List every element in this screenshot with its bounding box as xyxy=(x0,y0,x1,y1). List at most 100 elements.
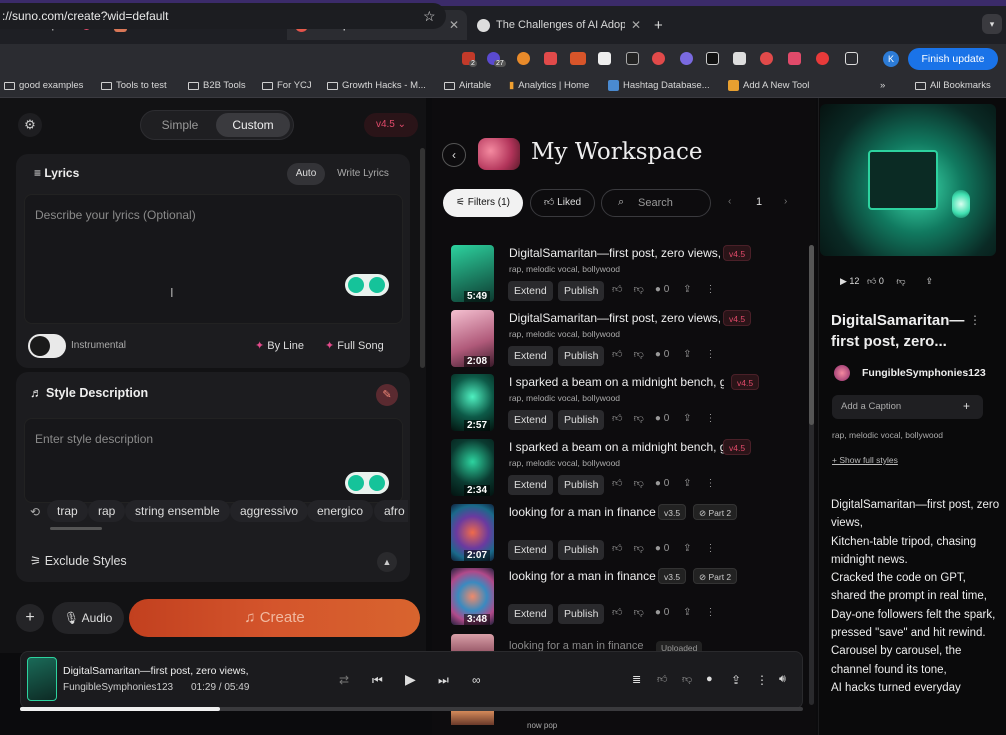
volume-icon[interactable]: 🔊︎ xyxy=(779,673,786,686)
thumbs-up-icon[interactable]: 👍︎ xyxy=(612,349,622,360)
mode-simple-button[interactable]: Simple xyxy=(148,113,212,137)
thumbs-down-icon[interactable]: 👎︎ xyxy=(634,284,644,295)
song-row[interactable]: 3:48 looking for a man in finance v3.5 ⊘ Pa… xyxy=(442,566,802,628)
bookmark-folder[interactable]: B2B Tools xyxy=(188,80,246,91)
comment-icon[interactable]: ● xyxy=(706,673,713,685)
thumbs-down-icon[interactable]: 👎︎ xyxy=(634,607,644,618)
extend-button[interactable]: Extend xyxy=(508,604,553,624)
extension-icon[interactable] xyxy=(517,52,530,65)
extension-icon[interactable] xyxy=(570,52,586,65)
song-title[interactable]: looking for a man in finance xyxy=(509,569,724,583)
all-bookmarks[interactable]: All Bookmarks xyxy=(915,80,991,91)
extension-icon[interactable] xyxy=(680,52,693,65)
share-icon[interactable]: ⇪ xyxy=(683,607,691,618)
profile-avatar[interactable]: K xyxy=(883,51,899,67)
song-thumbnail[interactable]: 2:07 xyxy=(451,504,494,561)
next-page-icon[interactable]: › xyxy=(784,196,787,207)
exclude-styles-label[interactable]: ⚞ Exclude Styles xyxy=(30,553,127,568)
auto-lyrics-button[interactable]: Auto xyxy=(287,163,325,185)
play-icon[interactable]: ▶ xyxy=(840,276,849,286)
more-options-icon[interactable]: ⋮ xyxy=(705,349,715,360)
bookmark-link[interactable]: Add A New Tool xyxy=(728,80,809,91)
thumbs-down-icon[interactable]: 👎︎ xyxy=(634,543,644,554)
model-version-select[interactable]: v4.5 ⌄ xyxy=(364,113,418,137)
style-chip[interactable]: rap xyxy=(88,500,126,522)
part-badge[interactable]: ⊘ Part 2 xyxy=(693,504,738,520)
address-bar[interactable]: ://suno.com/create?wid=default xyxy=(0,3,446,29)
extension-icon[interactable] xyxy=(706,52,719,65)
song-row[interactable]: 2:08 DigitalSamaritan—first post, zero vi… xyxy=(442,308,802,370)
song-thumbnail[interactable]: 3:48 xyxy=(451,568,494,625)
publish-button[interactable]: Publish xyxy=(558,604,605,624)
more-bookmarks-icon[interactable]: » xyxy=(880,80,885,91)
grammarly-widget[interactable] xyxy=(345,274,389,296)
more-options-icon[interactable]: ⋮ xyxy=(705,284,715,295)
close-icon[interactable]: ✕ xyxy=(631,18,641,32)
share-icon[interactable]: ⇪ xyxy=(683,543,691,554)
write-lyrics-button[interactable]: Write Lyrics xyxy=(330,163,396,185)
extend-button[interactable]: Extend xyxy=(508,281,553,301)
song-row[interactable]: 5:49 DigitalSamaritan—first post, zero vi… xyxy=(442,243,802,305)
thumbs-down-icon[interactable]: 👎︎ xyxy=(896,276,905,286)
thumbs-up-icon[interactable]: 👍︎ xyxy=(867,276,879,286)
song-title[interactable]: I sparked a beam on a midnight bench, gl xyxy=(509,440,724,454)
extend-button[interactable]: Extend xyxy=(508,475,553,495)
more-options-icon[interactable]: ⋮ xyxy=(756,673,768,687)
song-thumbnail[interactable]: 2:57 xyxy=(451,374,494,431)
song-thumbnail[interactable]: 5:49 xyxy=(451,245,494,302)
extension-icon[interactable] xyxy=(544,52,557,65)
comment-icon[interactable]: ● xyxy=(655,478,661,489)
share-icon[interactable]: ⇪ xyxy=(926,276,934,286)
comment-icon[interactable]: ● xyxy=(655,607,661,618)
extend-button[interactable]: Extend xyxy=(508,410,553,430)
thumbs-down-icon[interactable]: 👎︎ xyxy=(634,478,644,489)
panel-scrollbar[interactable] xyxy=(420,148,425,368)
bookmark-folder[interactable]: Growth Hacks - M... xyxy=(327,80,426,91)
bookmark-folder[interactable]: Tools to test xyxy=(101,80,167,91)
more-options-icon[interactable]: ⋮ xyxy=(969,313,981,327)
share-icon[interactable]: ⇪ xyxy=(683,349,691,360)
back-icon[interactable]: ‹ xyxy=(442,143,466,167)
style-chip[interactable]: afro xyxy=(374,500,408,522)
comment-icon[interactable]: ● xyxy=(655,543,661,554)
camera-extension-icon[interactable] xyxy=(733,52,746,65)
username[interactable]: FungibleSymphonies123 xyxy=(862,367,986,379)
publish-button[interactable]: Publish xyxy=(558,410,605,430)
thumbs-down-icon[interactable]: 👎︎ xyxy=(634,349,644,360)
style-chip[interactable]: energico xyxy=(307,500,374,522)
tab-ai-adoption[interactable]: The Challenges of AI Adoptio ✕ xyxy=(469,10,649,40)
more-options-icon[interactable]: ⋮ xyxy=(705,413,715,424)
comment-icon[interactable]: ● xyxy=(655,413,661,424)
song-title[interactable]: DigitalSamaritan—first post, zero views, xyxy=(509,246,724,260)
liked-button[interactable]: 👍︎ Liked xyxy=(530,189,595,217)
style-chip[interactable]: trap xyxy=(47,500,88,522)
chevron-up-icon[interactable]: ▲ xyxy=(377,552,397,572)
mode-custom-button[interactable]: Custom xyxy=(216,113,290,137)
link-icon[interactable]: ∞ xyxy=(472,673,481,687)
extension-icon[interactable] xyxy=(652,52,665,65)
queue-icon[interactable]: ≣ xyxy=(632,673,641,686)
audio-button[interactable]: 🎙︎ Audio xyxy=(52,602,124,634)
player-artist[interactable]: FungibleSymphonies123 xyxy=(63,682,173,693)
extend-button[interactable]: Extend xyxy=(508,346,553,366)
thumbs-up-icon[interactable]: 👍︎ xyxy=(612,478,622,489)
extension-icon[interactable] xyxy=(816,52,829,65)
publish-button[interactable]: Publish xyxy=(558,281,605,301)
thumbs-up-icon[interactable]: 👍︎ xyxy=(612,284,622,295)
bookmark-link[interactable]: Hashtag Database... xyxy=(608,80,710,91)
bookmark-folder[interactable]: Airtable xyxy=(444,80,491,91)
share-icon[interactable]: ⇪ xyxy=(683,478,691,489)
thumbs-up-icon[interactable]: 👍︎ xyxy=(612,607,622,618)
extension-icon[interactable] xyxy=(788,52,801,65)
full-song-button[interactable]: ✦ Full Song xyxy=(325,339,384,352)
next-icon[interactable]: ⏭ xyxy=(438,673,449,688)
share-icon[interactable]: ⇪ xyxy=(683,413,691,424)
extension-icon[interactable] xyxy=(626,52,639,65)
comment-icon[interactable]: ● xyxy=(655,284,661,295)
add-button[interactable]: + xyxy=(16,604,44,632)
song-title[interactable]: looking for a man in finance xyxy=(509,505,724,519)
bookmark-link[interactable]: ▮ Analytics | Home xyxy=(509,80,589,91)
create-button[interactable]: ♫ Create xyxy=(129,599,420,637)
by-line-button[interactable]: ✦ By Line xyxy=(255,339,304,352)
player-song-title[interactable]: DigitalSamaritan—first post, zero views, xyxy=(63,665,249,677)
